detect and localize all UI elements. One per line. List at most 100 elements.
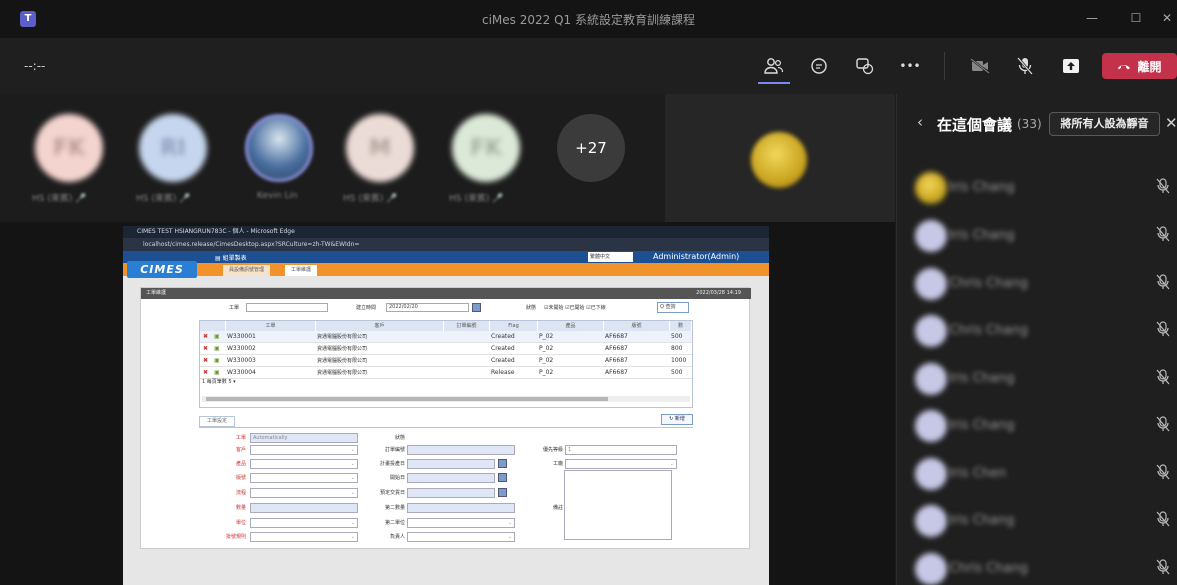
participant-row[interactable]: Iris Chang [915, 170, 1170, 204]
close-window-button[interactable]: ✕ [1157, 8, 1177, 28]
order-number-field[interactable] [407, 445, 515, 455]
camera-off-icon[interactable] [968, 54, 992, 78]
version-select[interactable]: ⌄ [250, 473, 358, 483]
detail-label: 版號 [235, 475, 246, 481]
detail-label: 備註 [552, 505, 563, 511]
query-button[interactable]: Q 查詢 [657, 302, 689, 313]
product-select[interactable]: ⌄ [250, 459, 358, 469]
cell-customer: 資通電腦股份有限公司 [317, 358, 368, 364]
participant-row[interactable]: Iris Chang [915, 361, 1170, 395]
start-date-field[interactable] [407, 473, 495, 483]
cell-product: P_02 [539, 369, 554, 376]
date-filter-input[interactable]: 2022/02/20 [386, 303, 469, 312]
edit-icon[interactable]: ▣ [214, 343, 220, 355]
browser-url: localhost/cimes.release/CimesDesktop.asp… [123, 238, 769, 251]
participant-avatar [915, 410, 947, 442]
participant-row[interactable]: Chris Chang [915, 266, 1170, 300]
app-menu-label: ▤ 組單製表 [215, 255, 247, 262]
scrollbar-thumb[interactable] [206, 397, 608, 401]
cell-flag: Created [491, 357, 515, 364]
language-select[interactable]: 繁體中文 [588, 252, 633, 262]
delete-icon[interactable]: ✖ [203, 355, 208, 367]
second-unit-select[interactable]: ⌄ [407, 518, 515, 528]
share-icon[interactable] [1059, 54, 1083, 78]
calendar-icon[interactable] [498, 488, 507, 497]
detail-label: 客戶 [235, 447, 246, 453]
mic-off-icon [1156, 511, 1170, 527]
minimize-button[interactable]: — [1082, 8, 1102, 28]
people-icon[interactable] [762, 54, 786, 78]
detail-label: 計畫投產日 [379, 461, 405, 467]
calendar-icon[interactable] [498, 473, 507, 482]
participant-avatar [915, 220, 947, 252]
second-qty-field[interactable] [407, 503, 515, 513]
app-tab[interactable]: 員設備訊號管理 [223, 265, 271, 276]
table-row[interactable]: ✖ ▣ W330002 資通電腦股份有限公司 Created P_02 AF66… [200, 343, 692, 355]
cell-customer: 資通電腦股份有限公司 [317, 346, 368, 352]
participant-row[interactable]: Iris Chang [915, 218, 1170, 252]
delete-icon[interactable]: ✖ [203, 343, 208, 355]
maximize-button[interactable]: ☐ [1126, 8, 1146, 28]
customer-select[interactable]: ⌄ [250, 445, 358, 455]
cell-workorder: W330001 [227, 333, 256, 340]
plan-date-field[interactable] [407, 459, 495, 469]
status-filter-options[interactable]: ☑未開始 ☑已開始 ☑已下線 [544, 304, 606, 311]
back-chevron-icon[interactable]: ‹ [917, 113, 923, 131]
attendee-avatar[interactable]: M [346, 114, 414, 182]
participant-row[interactable]: Iris Chang [915, 408, 1170, 442]
leave-label: 離開 [1137, 59, 1162, 74]
close-icon[interactable]: ✕ [1165, 114, 1177, 132]
grid-pager[interactable]: 1 每頁筆數 5 ▾ [202, 378, 236, 385]
workorder-field[interactable]: Automatically [250, 433, 358, 443]
horizontal-scrollbar[interactable] [202, 396, 690, 402]
edit-icon[interactable]: ▣ [214, 355, 220, 367]
detail-label: 開始日 [389, 475, 405, 481]
detail-label: 第二數量 [384, 505, 405, 511]
attendee-avatar[interactable]: RI [139, 114, 207, 182]
detail-label: 單位 [235, 520, 246, 526]
workorder-filter-input[interactable] [246, 303, 328, 312]
leave-button[interactable]: 離開 [1102, 53, 1177, 79]
table-row[interactable]: ✖ ▣ W330004 資通電腦股份有限公司 Release P_02 AF66… [200, 367, 692, 379]
unit-select[interactable]: ⌄ [250, 518, 358, 528]
cell-flag: Release [491, 369, 515, 376]
mic-off-icon [1156, 226, 1170, 242]
participant-row[interactable]: Chris Chang [915, 313, 1170, 347]
detail-tab[interactable]: 工單設定 [199, 416, 235, 427]
app-header: ▤ 組單製表 繁體中文 Administrator(Admin) [123, 251, 769, 263]
panel-title: 在這個會議 [937, 116, 1013, 134]
app-tab-active[interactable]: 工單維護 [285, 265, 318, 276]
edit-icon[interactable]: ▣ [214, 331, 220, 343]
participant-avatar [915, 553, 947, 585]
delete-icon[interactable]: ✖ [203, 331, 208, 343]
owner-select[interactable]: ⌄ [407, 532, 515, 542]
chat-icon[interactable] [807, 54, 831, 78]
attendee-avatar[interactable]: FK [452, 114, 520, 182]
table-row[interactable]: ✖ ▣ W330003 資通電腦股份有限公司 Created P_02 AF66… [200, 355, 692, 367]
mute-all-button[interactable]: 將所有人設為靜音 [1049, 112, 1160, 136]
more-icon[interactable]: ••• [898, 54, 922, 78]
timestamp: 2022/03/28 14:19 [696, 290, 741, 296]
factory-select[interactable]: ⌄ [565, 459, 677, 469]
calendar-icon[interactable] [472, 303, 481, 312]
reactions-icon[interactable] [853, 54, 877, 78]
new-button[interactable]: ↻ 新增 [661, 414, 693, 425]
remark-textarea[interactable] [564, 470, 672, 540]
quantity-field[interactable] [250, 503, 358, 513]
grid-header: 客戶 [316, 321, 444, 331]
participant-avatar [915, 172, 947, 204]
participant-row[interactable]: Chris Chang [915, 551, 1170, 585]
participant-row[interactable]: Iris Chen [915, 456, 1170, 490]
attendee-avatar[interactable]: FK [35, 114, 103, 182]
table-row[interactable]: ✖ ▣ W330001 資通電腦股份有限公司 Created P_02 AF66… [200, 331, 692, 343]
priority-select[interactable]: 1 [565, 445, 677, 455]
calendar-icon[interactable] [498, 459, 507, 468]
overflow-attendees-button[interactable]: +27 [557, 114, 625, 182]
participant-row[interactable]: Iris Chang [915, 503, 1170, 537]
lot-rule-select[interactable]: ⌄ [250, 532, 358, 542]
route-select[interactable]: ⌄ [250, 488, 358, 498]
detail-label: 批號規則 [225, 534, 246, 540]
due-date-field[interactable] [407, 488, 495, 498]
mic-off-icon[interactable] [1013, 54, 1037, 78]
attendee-avatar-speaking[interactable] [245, 114, 313, 182]
